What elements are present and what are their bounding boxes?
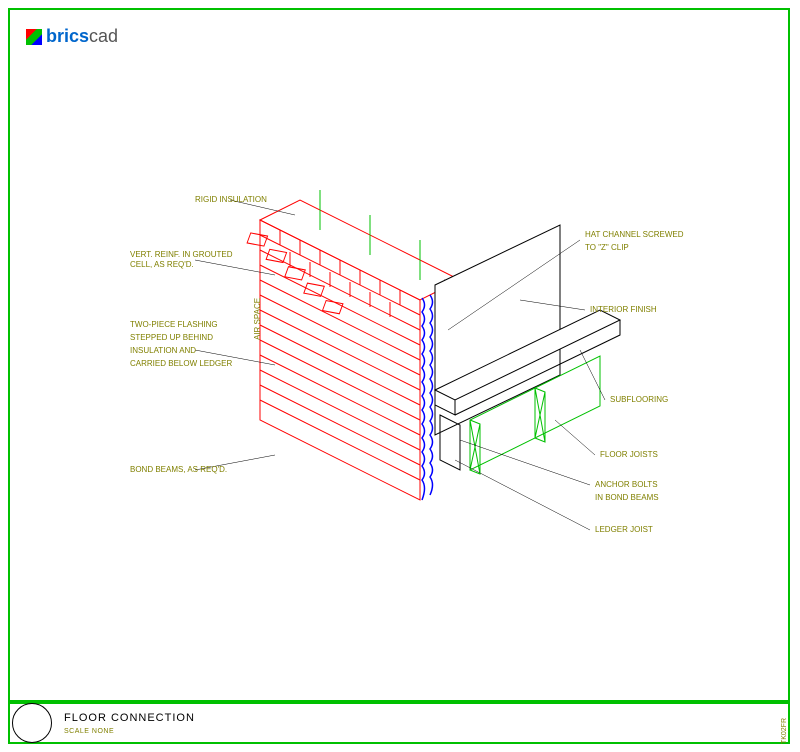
- label-flashing-4: CARRIED BELOW LEDGER: [130, 359, 232, 369]
- label-anchor-bolts-2: IN BOND BEAMS: [595, 493, 659, 503]
- drawing-reference: TK02FR: [781, 718, 788, 744]
- label-flashing-1: TWO-PIECE FLASHING: [130, 320, 218, 330]
- label-hat-channel-1: HAT CHANNEL SCREWED: [585, 230, 684, 240]
- app-logo: bricscad: [26, 26, 118, 47]
- label-bond-beams: BOND BEAMS, AS REQ'D.: [130, 465, 227, 475]
- logo-icon: [26, 29, 42, 45]
- logo-text-2: cad: [89, 26, 118, 46]
- title-block: FLOOR CONNECTION SCALE NONE: [8, 702, 790, 744]
- title-block-text: FLOOR CONNECTION SCALE NONE: [64, 712, 195, 735]
- label-rigid-insulation: RIGID INSULATION: [195, 195, 267, 205]
- label-vert-reinf: VERT. REINF. IN GROUTED CELL, AS REQ'D.: [130, 250, 233, 271]
- label-subflooring: SUBFLOORING: [610, 395, 668, 405]
- label-hat-channel-2: TO "Z" CLIP: [585, 243, 629, 253]
- cad-drawing: RIGID INSULATION VERT. REINF. IN GROUTED…: [140, 180, 680, 580]
- drawing-title: FLOOR CONNECTION: [64, 712, 195, 724]
- label-floor-joists: FLOOR JOISTS: [600, 450, 658, 460]
- label-air-space: AIR SPACE: [253, 298, 263, 340]
- label-ledger-joist: LEDGER JOIST: [595, 525, 653, 535]
- label-flashing-3: INSULATION AND: [130, 346, 196, 356]
- main-frame: bricscad: [8, 8, 790, 702]
- detail-marker-circle: [12, 703, 52, 743]
- label-flashing-2: STEPPED UP BEHIND: [130, 333, 213, 343]
- logo-text-1: brics: [46, 26, 89, 46]
- label-anchor-bolts-1: ANCHOR BOLTS: [595, 480, 658, 490]
- drawing-scale: SCALE NONE: [64, 728, 195, 735]
- label-interior-finish: INTERIOR FINISH: [590, 305, 657, 315]
